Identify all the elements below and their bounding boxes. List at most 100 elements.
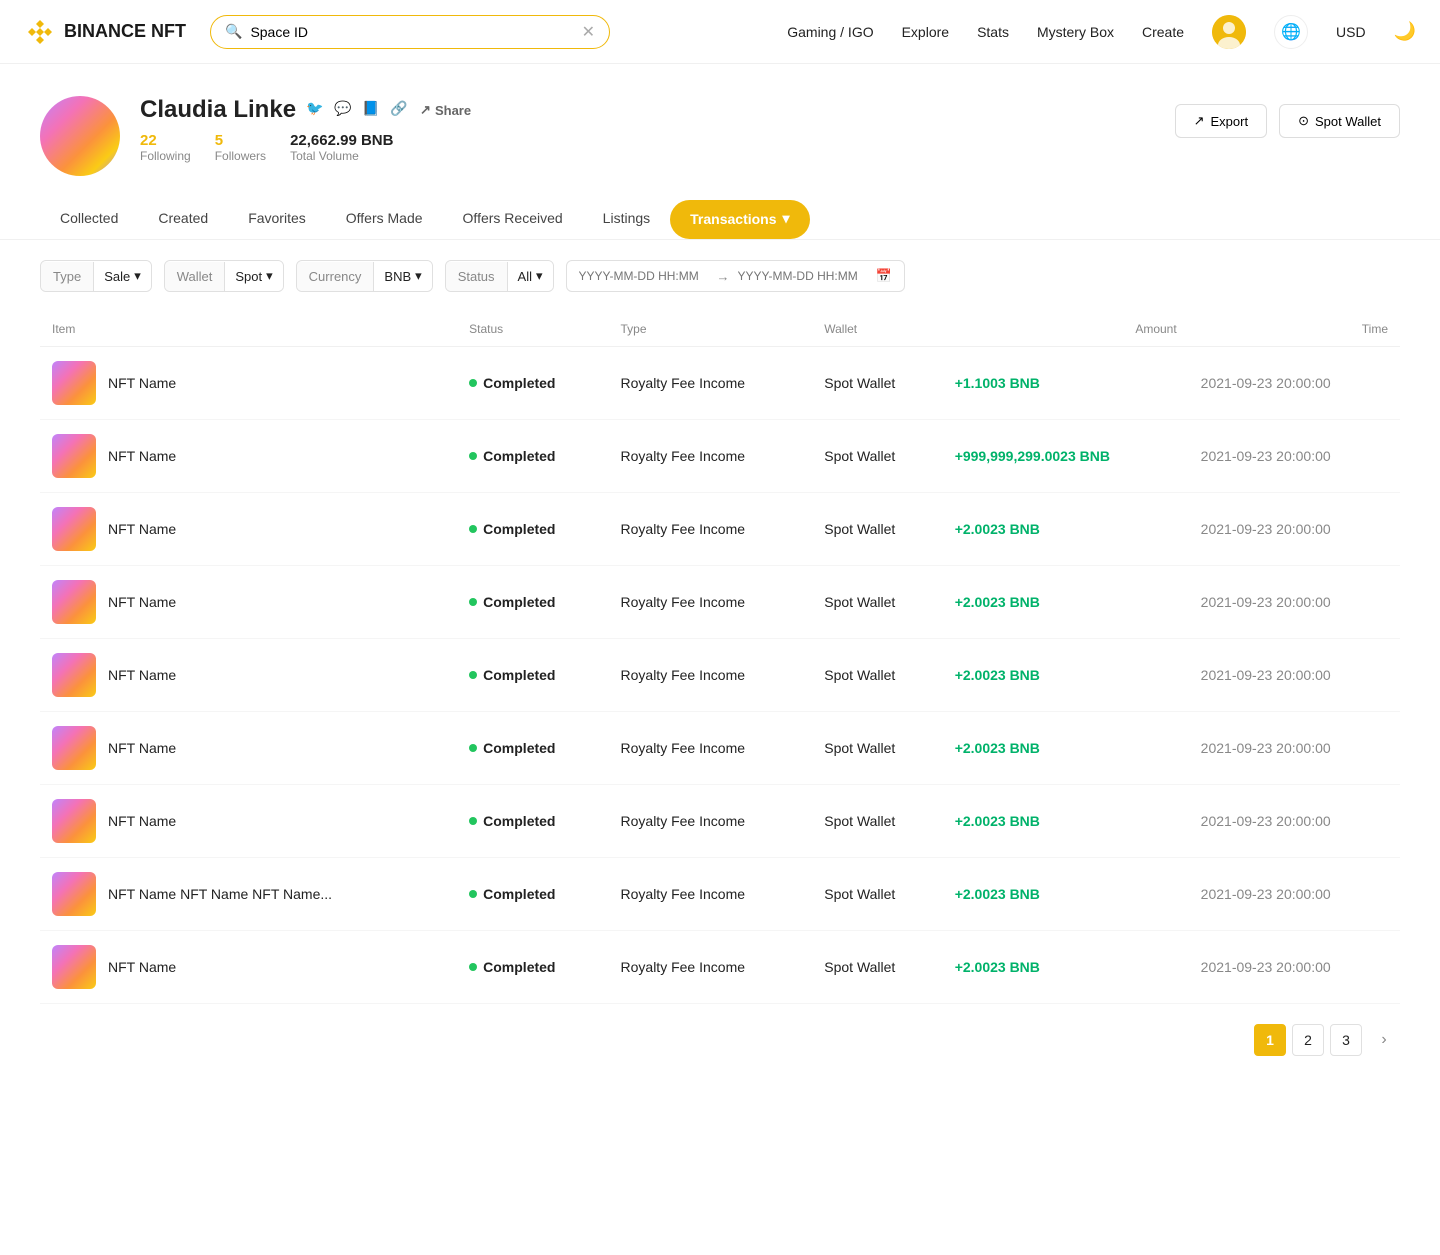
col-type: Type [609,312,813,347]
chevron-down-icon: ▾ [783,210,790,227]
amount-cell: +2.0023 BNB [943,639,1189,712]
date-from-input[interactable] [579,269,709,283]
table-row: NFT Name Completed Royalty Fee Income Sp… [40,712,1400,785]
amount-cell: +999,999,299.0023 BNB [943,420,1189,493]
status-filter-select[interactable]: All ▾ [508,261,553,291]
status-cell: Completed [457,639,608,712]
tab-transactions[interactable]: Transactions ▾ [670,200,809,239]
type-cell: Royalty Fee Income [609,420,813,493]
status-filter[interactable]: Status All ▾ [445,260,554,292]
tab-listings[interactable]: Listings [583,200,670,239]
followers-label: Followers [215,149,266,163]
nft-thumbnail [52,580,96,624]
nft-name: NFT Name [108,375,176,391]
export-icon: ↗ [1194,113,1205,129]
time-cell: 2021-09-23 20:00:00 [1189,639,1400,712]
date-range-filter[interactable]: → 📅 [566,260,905,292]
tab-collected[interactable]: Collected [40,200,138,239]
status-cell: Completed [457,858,608,931]
item-cell: NFT Name [40,493,457,566]
spot-wallet-button[interactable]: ⊙ Spot Wallet [1279,104,1400,138]
tab-favorites[interactable]: Favorites [228,200,326,239]
status-text: Completed [483,740,555,756]
amount-cell: +2.0023 BNB [943,493,1189,566]
status-chevron-icon: ▾ [536,268,543,284]
date-to-input[interactable] [738,269,868,283]
calendar-icon[interactable]: 📅 [876,268,892,284]
type-filter-label: Type [41,262,94,291]
nft-thumbnail [52,361,96,405]
clear-search-icon[interactable]: ✕ [582,22,595,42]
amount-cell: +2.0023 BNB [943,712,1189,785]
nav-explore[interactable]: Explore [902,24,949,40]
theme-toggle[interactable]: 🌙 [1394,21,1416,42]
amount-cell: +2.0023 BNB [943,566,1189,639]
currency-selector[interactable]: USD [1336,24,1366,40]
nav-gaming[interactable]: Gaming / IGO [787,24,873,40]
nft-thumbnail [52,726,96,770]
logo[interactable]: BINANCE NFT [24,16,186,48]
status-text: Completed [483,448,555,464]
search-input[interactable] [250,24,573,40]
type-cell: Royalty Fee Income [609,347,813,420]
page-next-button[interactable]: › [1368,1024,1400,1056]
wallet-filter-label: Wallet [165,262,226,291]
time-cell: 2021-09-23 20:00:00 [1189,931,1400,1004]
status-text: Completed [483,886,555,902]
status-text: Completed [483,667,555,683]
profile-name-row: Claudia Linke 🐦 💬 📘 🔗 ↗ Share [140,96,1155,124]
social-icons: 🐦 💬 📘 🔗 [306,100,410,120]
nav-mystery-box[interactable]: Mystery Box [1037,24,1114,40]
type-filter[interactable]: Type Sale ▾ [40,260,152,292]
wallet-filter-select[interactable]: Spot ▾ [225,261,282,291]
discord-icon[interactable]: 💬 [334,100,354,120]
total-volume: 22,662.99 BNB [290,132,393,149]
avatar[interactable] [1212,15,1246,49]
amount-cell: +2.0023 BNB [943,931,1189,1004]
search-bar[interactable]: 🔍 ✕ [210,15,610,49]
col-status: Status [457,312,608,347]
status-dot [469,890,477,898]
nft-thumbnail [52,434,96,478]
link-icon[interactable]: 🔗 [390,100,410,120]
page-3-button[interactable]: 3 [1330,1024,1362,1056]
col-amount: Amount [943,312,1189,347]
wallet-chevron-icon: ▾ [266,268,273,284]
following-stat: 22 Following [140,132,191,163]
type-chevron-icon: ▾ [134,268,141,284]
page-1-button[interactable]: 1 [1254,1024,1286,1056]
type-cell: Royalty Fee Income [609,931,813,1004]
item-cell: NFT Name [40,420,457,493]
col-time: Time [1189,312,1400,347]
currency-filter-select[interactable]: BNB ▾ [374,261,431,291]
time-cell: 2021-09-23 20:00:00 [1189,566,1400,639]
export-button[interactable]: ↗ Export [1175,104,1267,138]
wallet-filter[interactable]: Wallet Spot ▾ [164,260,284,292]
currency-filter[interactable]: Currency BNB ▾ [296,260,433,292]
nav-stats[interactable]: Stats [977,24,1009,40]
nft-thumbnail [52,507,96,551]
tab-offers-made[interactable]: Offers Made [326,200,443,239]
nft-thumbnail [52,872,96,916]
globe-icon[interactable]: 🌐 [1274,15,1308,49]
transactions-table: Item Status Type Wallet Amount Time NFT … [40,312,1400,1004]
status-dot [469,452,477,460]
item-cell: NFT Name [40,712,457,785]
tab-created[interactable]: Created [138,200,228,239]
type-cell: Royalty Fee Income [609,566,813,639]
nav-create[interactable]: Create [1142,24,1184,40]
profile-header: Claudia Linke 🐦 💬 📘 🔗 ↗ Share 22 Followi… [0,64,1440,176]
time-cell: 2021-09-23 20:00:00 [1189,712,1400,785]
nft-thumbnail [52,945,96,989]
followers-count: 5 [215,132,266,149]
page-2-button[interactable]: 2 [1292,1024,1324,1056]
amount-cell: +1.1003 BNB [943,347,1189,420]
type-cell: Royalty Fee Income [609,785,813,858]
facebook-icon[interactable]: 📘 [362,100,382,120]
nft-name: NFT Name NFT Name NFT Name... [108,886,332,902]
type-filter-select[interactable]: Sale ▾ [94,261,151,291]
tab-offers-received[interactable]: Offers Received [443,200,583,239]
profile-stats: 22 Following 5 Followers 22,662.99 BNB T… [140,132,1155,163]
twitter-icon[interactable]: 🐦 [306,100,326,120]
share-button[interactable]: ↗ Share [420,102,471,118]
